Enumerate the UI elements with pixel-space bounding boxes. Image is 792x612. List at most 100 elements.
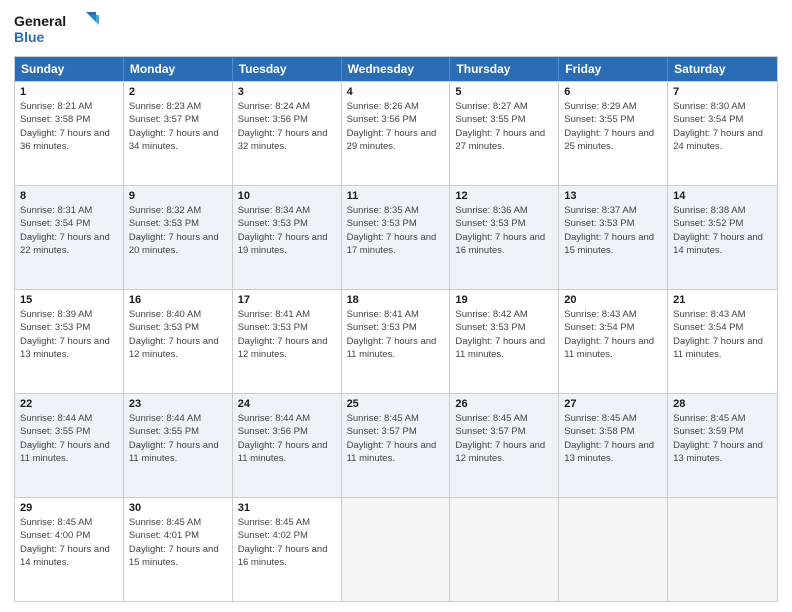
day-number: 3 [238,86,336,98]
day-number: 23 [129,398,227,410]
sunset-text: Sunset: 3:56 PM [347,113,445,126]
daylight-text: Daylight: 7 hours and 32 minutes. [238,127,336,154]
day-number: 6 [564,86,662,98]
empty-cell [559,498,668,601]
sunrise-text: Sunrise: 8:32 AM [129,204,227,217]
sunrise-text: Sunrise: 8:45 AM [347,412,445,425]
sunset-text: Sunset: 3:55 PM [564,113,662,126]
sunrise-text: Sunrise: 8:45 AM [564,412,662,425]
sunset-text: Sunset: 3:53 PM [238,321,336,334]
sunset-text: Sunset: 3:53 PM [564,217,662,230]
daylight-text: Daylight: 7 hours and 11 minutes. [129,439,227,466]
day-cell-27: 27Sunrise: 8:45 AMSunset: 3:58 PMDayligh… [559,394,668,497]
daylight-text: Daylight: 7 hours and 11 minutes. [673,335,772,362]
daylight-text: Daylight: 7 hours and 34 minutes. [129,127,227,154]
daylight-text: Daylight: 7 hours and 13 minutes. [564,439,662,466]
day-number: 31 [238,502,336,514]
day-cell-15: 15Sunrise: 8:39 AMSunset: 3:53 PMDayligh… [15,290,124,393]
header-cell-wednesday: Wednesday [342,57,451,81]
sunrise-text: Sunrise: 8:21 AM [20,100,118,113]
sunset-text: Sunset: 3:57 PM [455,425,553,438]
sunset-text: Sunset: 4:00 PM [20,529,118,542]
daylight-text: Daylight: 7 hours and 16 minutes. [238,543,336,570]
day-cell-14: 14Sunrise: 8:38 AMSunset: 3:52 PMDayligh… [668,186,777,289]
header-cell-thursday: Thursday [450,57,559,81]
daylight-text: Daylight: 7 hours and 19 minutes. [238,231,336,258]
sunset-text: Sunset: 3:53 PM [347,217,445,230]
day-number: 17 [238,294,336,306]
sunrise-text: Sunrise: 8:27 AM [455,100,553,113]
sunrise-text: Sunrise: 8:36 AM [455,204,553,217]
sunrise-text: Sunrise: 8:45 AM [455,412,553,425]
day-cell-9: 9Sunrise: 8:32 AMSunset: 3:53 PMDaylight… [124,186,233,289]
day-cell-8: 8Sunrise: 8:31 AMSunset: 3:54 PMDaylight… [15,186,124,289]
sunset-text: Sunset: 3:53 PM [347,321,445,334]
sunrise-text: Sunrise: 8:42 AM [455,308,553,321]
sunset-text: Sunset: 3:53 PM [455,217,553,230]
day-number: 14 [673,190,772,202]
calendar: SundayMondayTuesdayWednesdayThursdayFrid… [14,56,778,602]
daylight-text: Daylight: 7 hours and 25 minutes. [564,127,662,154]
day-cell-17: 17Sunrise: 8:41 AMSunset: 3:53 PMDayligh… [233,290,342,393]
day-cell-4: 4Sunrise: 8:26 AMSunset: 3:56 PMDaylight… [342,82,451,185]
empty-cell [668,498,777,601]
logo-svg: General Blue [14,10,104,48]
calendar-week-1: 1Sunrise: 8:21 AMSunset: 3:58 PMDaylight… [15,81,777,185]
header-cell-sunday: Sunday [15,57,124,81]
sunrise-text: Sunrise: 8:45 AM [673,412,772,425]
day-number: 19 [455,294,553,306]
sunrise-text: Sunrise: 8:45 AM [238,516,336,529]
sunset-text: Sunset: 3:56 PM [238,425,336,438]
sunrise-text: Sunrise: 8:44 AM [238,412,336,425]
sunrise-text: Sunrise: 8:44 AM [20,412,118,425]
day-cell-2: 2Sunrise: 8:23 AMSunset: 3:57 PMDaylight… [124,82,233,185]
daylight-text: Daylight: 7 hours and 13 minutes. [673,439,772,466]
day-number: 5 [455,86,553,98]
sunset-text: Sunset: 3:54 PM [20,217,118,230]
sunset-text: Sunset: 3:54 PM [673,113,772,126]
daylight-text: Daylight: 7 hours and 11 minutes. [455,335,553,362]
daylight-text: Daylight: 7 hours and 22 minutes. [20,231,118,258]
sunset-text: Sunset: 3:57 PM [347,425,445,438]
calendar-week-2: 8Sunrise: 8:31 AMSunset: 3:54 PMDaylight… [15,185,777,289]
daylight-text: Daylight: 7 hours and 17 minutes. [347,231,445,258]
sunrise-text: Sunrise: 8:30 AM [673,100,772,113]
sunset-text: Sunset: 3:54 PM [673,321,772,334]
day-number: 20 [564,294,662,306]
day-number: 1 [20,86,118,98]
day-number: 18 [347,294,445,306]
day-cell-1: 1Sunrise: 8:21 AMSunset: 3:58 PMDaylight… [15,82,124,185]
day-number: 12 [455,190,553,202]
day-number: 4 [347,86,445,98]
day-number: 13 [564,190,662,202]
sunrise-text: Sunrise: 8:34 AM [238,204,336,217]
empty-cell [450,498,559,601]
header-cell-tuesday: Tuesday [233,57,342,81]
day-cell-23: 23Sunrise: 8:44 AMSunset: 3:55 PMDayligh… [124,394,233,497]
daylight-text: Daylight: 7 hours and 15 minutes. [564,231,662,258]
day-number: 26 [455,398,553,410]
sunrise-text: Sunrise: 8:40 AM [129,308,227,321]
svg-text:General: General [14,13,66,29]
day-number: 11 [347,190,445,202]
header-cell-saturday: Saturday [668,57,777,81]
day-cell-20: 20Sunrise: 8:43 AMSunset: 3:54 PMDayligh… [559,290,668,393]
day-cell-12: 12Sunrise: 8:36 AMSunset: 3:53 PMDayligh… [450,186,559,289]
day-number: 29 [20,502,118,514]
day-cell-18: 18Sunrise: 8:41 AMSunset: 3:53 PMDayligh… [342,290,451,393]
day-number: 9 [129,190,227,202]
calendar-week-5: 29 Sunrise: 8:45 AM Sunset: 4:00 PM Dayligh… [15,497,777,601]
day-cell-5: 5Sunrise: 8:27 AMSunset: 3:55 PMDaylight… [450,82,559,185]
day-cell-19: 19 Sunrise: 8:42 AMSunset: 3:53 PMDayligh… [450,290,559,393]
sunset-text: Sunset: 3:59 PM [673,425,772,438]
daylight-text: Daylight: 7 hours and 24 minutes. [673,127,772,154]
daylight-text: Daylight: 7 hours and 11 minutes. [564,335,662,362]
daylight-text: Daylight: 7 hours and 12 minutes. [455,439,553,466]
sunrise-text: Sunrise: 8:37 AM [564,204,662,217]
day-cell-22: 22Sunrise: 8:44 AMSunset: 3:55 PMDayligh… [15,394,124,497]
logo: General Blue [14,10,104,48]
sunset-text: Sunset: 3:53 PM [20,321,118,334]
sunset-text: Sunset: 3:53 PM [455,321,553,334]
daylight-text: Daylight: 7 hours and 12 minutes. [238,335,336,362]
day-cell-30: 30Sunrise: 8:45 AMSunset: 4:01 PMDayligh… [124,498,233,601]
